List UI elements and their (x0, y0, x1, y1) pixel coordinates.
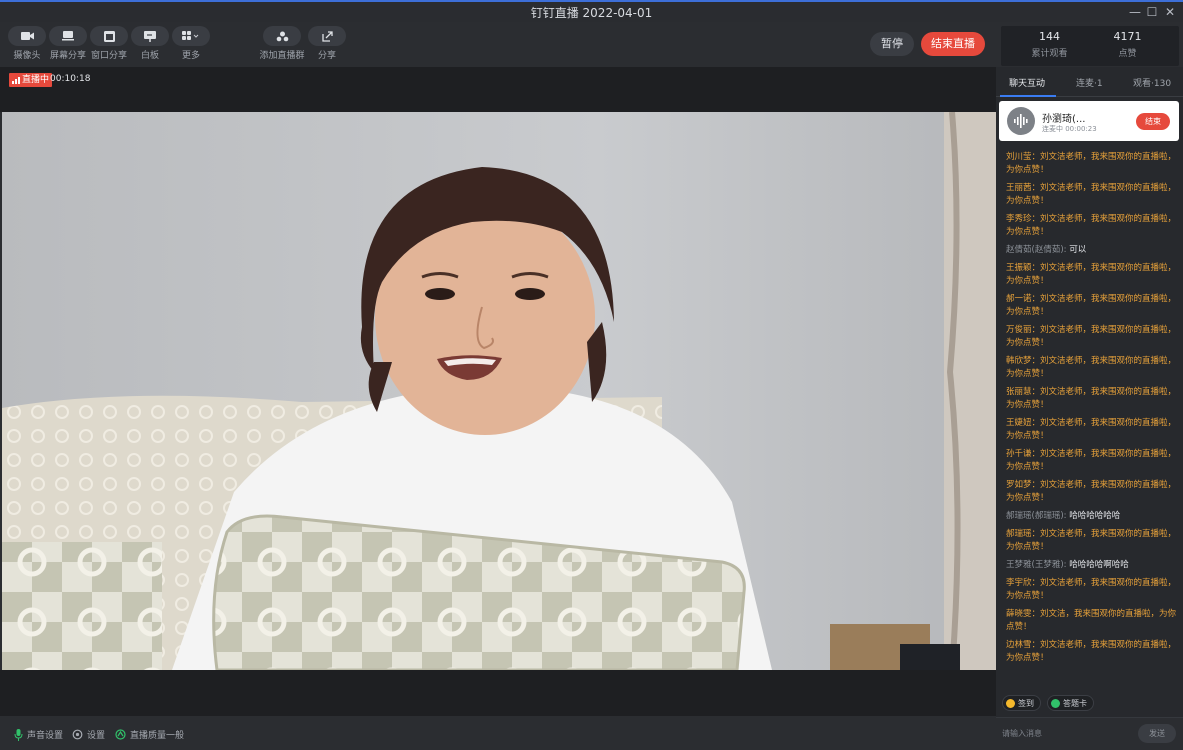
stage-header: 直播中 00:10:18 (0, 67, 996, 112)
chat-message-text: 哈哈哈哈啊哈哈 (1066, 560, 1129, 570)
microphone-icon (14, 728, 23, 741)
maximize-icon[interactable]: ☐ (1143, 4, 1161, 20)
viewer-count-stat: 144 累计观看 (1005, 30, 1094, 59)
settings-label: 设置 (87, 731, 106, 741)
chat-message: 郝瑞瑶：刘文洁老师，我来围观你的直播啦，为你点赞！ (1006, 529, 1177, 552)
share-button[interactable]: 分享 (307, 26, 347, 61)
co-host-name: 孙瀏琦(... (1042, 114, 1086, 125)
title-bar: 钉钉直播 2022-04-01 — ☐ ✕ (0, 0, 1183, 22)
share-label: 分享 (317, 51, 336, 61)
end-live-button[interactable]: 结束直播 (921, 32, 985, 56)
checkin-label: 签到 (1018, 698, 1034, 708)
video-frame-image (2, 112, 996, 670)
signal-icon (12, 76, 20, 84)
gear-icon (72, 729, 83, 740)
co-host-card: 孙瀏琦(... 连麦中 00:00:23 结束 (999, 101, 1179, 141)
send-button[interactable]: 发送 (1138, 724, 1176, 743)
checkin-button[interactable]: 签到 (1002, 695, 1041, 711)
chat-message: 赵倩茹(赵倩茹): 可以 (1006, 244, 1178, 257)
chat-message: 万俊丽：刘文洁老师，我来围观你的直播啦，为你点赞！ (1006, 325, 1177, 348)
share-icon (321, 30, 333, 42)
chat-message-text: 可以 (1066, 245, 1087, 255)
active-tab-indicator (1000, 95, 1056, 97)
chat-message: 薛晓雯：刘文洁，我来围观你的直播啦，为你点赞！ (1006, 609, 1177, 632)
chat-message-sender: 郝瑞瑶(郝瑞瑶): (1006, 511, 1067, 521)
message-composer: 发送 (996, 717, 1183, 750)
chat-message: 王梦雅(王梦雅): 哈哈哈哈啊哈哈 (1006, 559, 1178, 572)
tab-viewers[interactable]: 观看·130 (1133, 76, 1171, 89)
answer-card-icon (1051, 698, 1060, 708)
tab-co-host[interactable]: 连麦·1 (1076, 76, 1103, 89)
interaction-panel: 聊天互动 连麦·1 观看·130 孙瀏琦(... 连麦中 00:00:23 结束… (996, 67, 1183, 750)
chat-message: 刘川莹：刘文洁老师，我来围观你的直播啦，为你点赞！ (1006, 152, 1177, 175)
like-count-stat: 4171 点赞 (1083, 30, 1172, 59)
live-badge: 直播中 (9, 73, 53, 87)
window-title: 钉钉直播 2022-04-01 (530, 6, 653, 20)
sound-wave-icon (1014, 114, 1028, 128)
answer-card-button[interactable]: 答题卡 (1047, 695, 1094, 711)
viewer-count-label: 累计观看 (1031, 49, 1068, 59)
chat-message: 王振颖：刘文洁老师，我来围观你的直播啦，为你点赞！ (1006, 263, 1177, 286)
chat-message: 孙千谦：刘文洁老师，我来围观你的直播啦，为你点赞！ (1006, 449, 1177, 472)
add-group-icon (276, 31, 288, 41)
stream-quality-label: 直播质量一般 (130, 731, 185, 741)
live-elapsed-time: 00:10:18 (50, 74, 91, 84)
end-co-host-button[interactable]: 结束 (1136, 113, 1170, 130)
chat-message-text: 哈哈哈哈哈哈 (1066, 511, 1121, 521)
quality-icon (115, 729, 126, 740)
toolbar: 摄像头 屏幕分享 窗口分享 白板 更多 添加直播群 分享 (0, 22, 996, 66)
message-input[interactable] (1002, 724, 1130, 742)
checkin-icon (1006, 698, 1015, 708)
like-count-label: 点赞 (1118, 49, 1137, 59)
video-feed (2, 112, 996, 670)
chat-message: 张丽慧：刘文洁老师，我来围观你的直播啦，为你点赞！ (1006, 387, 1177, 410)
stats-panel: 144 累计观看 4171 点赞 (1001, 26, 1179, 66)
like-count: 4171 (1113, 30, 1142, 43)
chat-message: 韩欣梦：刘文洁老师，我来围观你的直播啦，为你点赞！ (1006, 356, 1177, 379)
chat-message: 李宇欣：刘文洁老师，我来围观你的直播啦，为你点赞！ (1006, 578, 1177, 601)
screen-share-icon (62, 31, 74, 41)
chat-message: 郝瑞瑶(郝瑞瑶): 哈哈哈哈哈哈 (1006, 510, 1178, 523)
audio-settings-label: 声音设置 (27, 731, 64, 741)
whiteboard-icon (144, 30, 156, 42)
chat-message: 边林雪：刘文洁老师，我来围观你的直播啦，为你点赞！ (1006, 640, 1177, 663)
co-host-status: 连麦中 00:00:23 (1042, 125, 1097, 133)
live-badge-label: 直播中 (22, 75, 50, 85)
answer-card-label: 答题卡 (1063, 698, 1087, 708)
window-share-icon (103, 30, 115, 42)
camera-icon (20, 32, 34, 40)
live-studio-window: 钉钉直播 2022-04-01 — ☐ ✕ 摄像头 屏幕分享 窗口分享 白板 更… (0, 0, 1183, 750)
panel-tabs: 聊天互动 连麦·1 观看·130 (996, 67, 1183, 97)
add-group-button[interactable]: 添加直播群 (259, 26, 305, 61)
close-icon[interactable]: ✕ (1161, 4, 1179, 20)
chat-message: 王丽茜：刘文洁老师，我来围观你的直播啦，为你点赞！ (1006, 183, 1177, 206)
grid-icon (182, 31, 199, 40)
stream-quality-indicator[interactable]: 直播质量一般 (115, 728, 184, 741)
chat-message: 李秀珍：刘文洁老师，我来围观你的直播啦，为你点赞！ (1006, 214, 1177, 237)
stage-footer (0, 670, 996, 716)
status-bar: 声音设置 设置 直播质量一般 (0, 716, 996, 750)
chat-message-sender: 赵倩茹(赵倩茹): (1006, 245, 1067, 255)
audio-settings-button[interactable]: 声音设置 (14, 728, 63, 741)
more-label: 更多 (181, 51, 200, 61)
chat-message: 王婕妞：刘文洁老师，我来围观你的直播啦，为你点赞！ (1006, 418, 1177, 441)
viewer-count: 144 (1039, 30, 1060, 43)
pause-button[interactable]: 暂停 (870, 32, 914, 56)
chat-list[interactable]: 刘川莹：刘文洁老师，我来围观你的直播啦，为你点赞！ 王丽茜：刘文洁老师，我来围观你… (1006, 151, 1178, 691)
settings-button[interactable]: 设置 (72, 728, 105, 741)
avatar (1007, 107, 1035, 135)
chat-message: 罗如梦：刘文洁老师，我来围观你的直播啦，为你点赞！ (1006, 480, 1177, 503)
minimize-icon[interactable]: — (1126, 4, 1144, 20)
tab-chat[interactable]: 聊天互动 (1009, 76, 1045, 89)
quick-actions: 签到 答题卡 (1002, 695, 1094, 711)
chat-message: 郝一诺：刘文洁老师，我来围观你的直播啦，为你点赞！ (1006, 294, 1177, 317)
chat-message-sender: 王梦雅(王梦雅): (1006, 560, 1067, 570)
more-button[interactable]: 更多 (171, 26, 211, 61)
